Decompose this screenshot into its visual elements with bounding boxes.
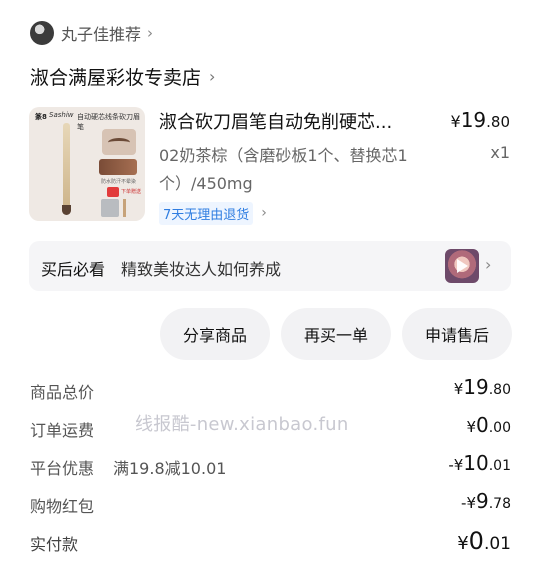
summary-value: ¥0.01 [457,527,511,555]
price-decimal: .80 [486,113,510,131]
buy-again-button[interactable]: 再买一单 [281,308,391,360]
product-variant: 02奶茶棕（含磨砂板1个、替换芯1个）/450mg [159,146,408,193]
thumbnail-brand: Sashiw [49,111,74,119]
summary-value: ¥19.80 [454,375,511,399]
value-currency: -¥ [448,456,464,474]
product-price: ¥19.80 [451,108,511,132]
value-decimal: .01 [483,534,511,554]
value-integer: 10 [463,451,489,475]
thumbnail-gift-text: 下单赠送 [121,189,142,195]
after-sales-button[interactable]: 申请售后 [402,308,512,360]
value-integer: 19 [463,375,489,399]
summary-row-paid: 实付款 ¥0.01 [30,527,511,557]
post-purchase-guide[interactable]: 买后必看 精致美妆达人如何养成 › [29,241,511,291]
color-swatch [99,159,137,175]
price-integer: 19 [460,108,487,132]
summary-label: 商品总价 [30,383,95,402]
shop-name: 淑合满屋彩妆专卖店 [30,66,202,89]
summary-label: 平台优惠 [30,459,95,478]
product-quantity: x1 [490,143,510,162]
summary-row-total: 商品总价 ¥19.80 [30,375,511,405]
summary-row-platform-discount: 平台优惠 满19.8减10.01 -¥10.01 [30,451,511,481]
summary-value: ¥0.00 [466,413,511,437]
value-currency: -¥ [461,494,476,512]
recommender-name: 丸子佳推荐 [61,25,142,44]
pencil-tip-graphic [62,205,71,215]
chevron-right-icon: › [261,205,267,221]
product-title[interactable]: 淑合砍刀眉笔自动免削硬芯... [159,108,423,134]
value-currency: ¥ [453,380,464,398]
discount-rule: 满19.8减10.01 [113,459,227,478]
sharpener-board-graphic [101,199,119,217]
price-currency: ¥ [450,112,461,131]
return-policy-text: 7天无理由退货 [159,201,254,225]
return-policy-badge[interactable]: 7天无理由退货 › [159,201,267,225]
value-currency: ¥ [457,533,469,554]
value-integer: 0 [476,413,489,437]
chevron-right-icon: › [485,255,492,274]
avatar [30,21,54,45]
value-decimal: .78 [488,496,511,512]
refill-graphic [123,199,126,217]
gift-icon [107,187,119,197]
pencil-graphic [63,123,70,211]
value-integer: 0 [468,527,484,555]
summary-label: 购物红包 [30,497,95,516]
summary-label: 实付款 [30,535,79,554]
thumbnail-logo: 篆8 [35,113,47,121]
value-integer: 9 [476,489,489,513]
shop-link[interactable]: 淑合满屋彩妆专卖店 › [30,60,215,92]
play-icon [457,259,468,273]
value-decimal: .00 [488,420,511,436]
chevron-right-icon: › [147,24,154,42]
eyebrow-graphic [102,129,136,155]
thumbnail-caption: 防水防汗不晕染 [101,179,137,185]
guide-text: 精致美妆达人如何养成 [121,260,282,279]
summary-label: 订单运费 [30,421,95,440]
chevron-right-icon: › [209,66,216,86]
value-decimal: .80 [488,382,511,398]
summary-value: -¥10.01 [448,451,511,475]
summary-row-red-packet: 购物红包 -¥9.78 [30,489,511,519]
guide-label: 买后必看 [41,260,106,279]
summary-row-shipping: 订单运费 ¥0.00 [30,413,511,443]
value-currency: ¥ [466,418,476,436]
summary-value: -¥9.78 [461,489,511,513]
value-decimal: .01 [488,458,511,474]
product-thumbnail[interactable]: 篆8 Sashiw 自动硬芯线条砍刀眉笔 防水防汗不晕染 下单赠送 [29,107,145,221]
recommender-link[interactable]: 丸子佳推荐 › [30,18,153,48]
share-product-button[interactable]: 分享商品 [160,308,270,360]
